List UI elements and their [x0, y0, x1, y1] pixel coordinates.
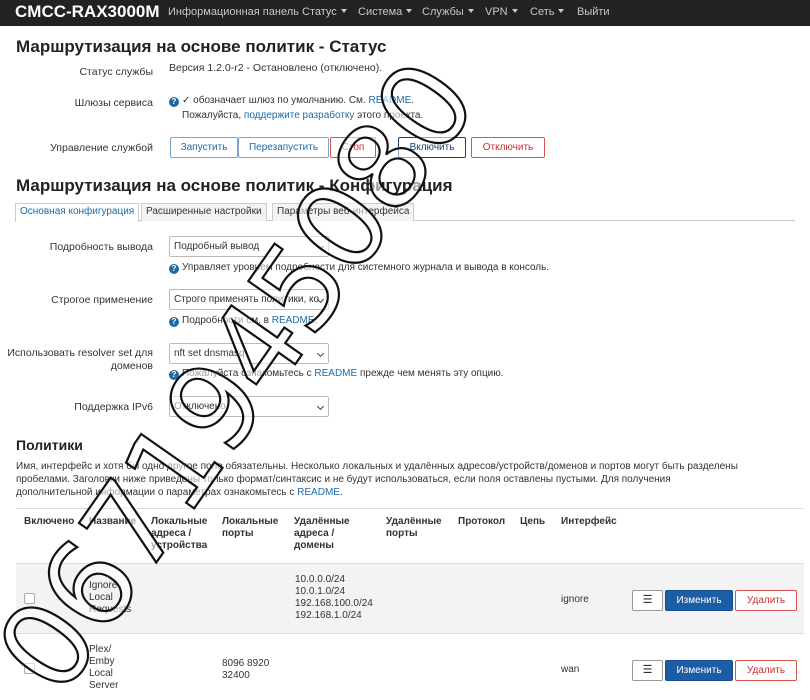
delete-button[interactable]: Удалить: [735, 590, 797, 611]
col-enabled: Включено: [24, 516, 75, 527]
chevron-down-icon: [316, 242, 325, 251]
enabled-checkbox[interactable]: [24, 593, 35, 604]
help-icon: ?: [169, 97, 179, 107]
policies-description: Имя, интерфейс и хотя бы одно другое пол…: [16, 461, 738, 498]
col-remote-ports: Удалённые порты: [386, 516, 442, 539]
status-title: Маршрутизация на основе политик - Статус: [16, 37, 387, 56]
remote-addresses: 10.0.0.0/24 10.0.1.0/24 192.168.100.0/24…: [295, 574, 373, 621]
help-icon: ?: [169, 317, 179, 327]
menu-icon[interactable]: ☰: [632, 660, 663, 681]
nav-logout[interactable]: Выйти: [577, 6, 610, 18]
delete-button[interactable]: Удалить: [735, 660, 797, 681]
col-chain: Цепь: [520, 516, 546, 527]
chevron-down-icon: [467, 9, 474, 13]
table-row: Ignore Local Requests 10.0.0.0/24 10.0.1…: [16, 563, 804, 633]
edit-button[interactable]: Изменить: [665, 660, 733, 681]
col-local-addresses: Локальные адреса / устройства: [151, 516, 208, 551]
chevron-down-icon: [316, 402, 325, 411]
table-row: Plex/ Emby Local Server 8096 8920 32400 …: [16, 633, 804, 700]
config-title: Маршрутизация на основе политик - Конфиг…: [16, 176, 453, 195]
disable-button[interactable]: Отключить: [471, 137, 545, 158]
brand-logo[interactable]: CMCC-RAX3000M: [15, 2, 160, 22]
tab-advanced-settings[interactable]: Расширенные настройки: [141, 203, 267, 221]
tab-web-ui-settings[interactable]: Параметры веб-интерфейса: [272, 203, 415, 221]
stop-button[interactable]: Стоп: [330, 137, 376, 158]
readme-link[interactable]: README: [369, 95, 412, 106]
top-navbar: CMCC-RAX3000M Информационная панель Стат…: [0, 0, 810, 26]
col-protocol: Протокол: [458, 516, 506, 527]
verbosity-help: ? Управляет уровнем подробности для систе…: [169, 262, 549, 274]
policy-interface: wan: [561, 664, 580, 675]
verbosity-select[interactable]: Подробный вывод: [169, 236, 329, 257]
policy-interface: ignore: [561, 594, 589, 605]
chevron-down-icon: [558, 9, 565, 13]
ipv6-select[interactable]: Отключено: [169, 396, 329, 417]
service-status-value: Версия 1.2.0-r2 - Остановлено (отключено…: [169, 62, 383, 74]
ipv6-label: Поддержка IPv6: [74, 401, 153, 413]
support-text: Пожалуйста, поддержите разработку этого …: [182, 110, 424, 121]
col-interface: Интерфейс: [561, 516, 617, 527]
policies-table-header: Включено Название Локальные адреса / уст…: [16, 508, 804, 563]
verbosity-label: Подробность вывода: [49, 241, 153, 253]
readme-link[interactable]: README: [314, 368, 357, 379]
readme-link[interactable]: README: [272, 315, 315, 326]
strict-help: ? Подробности см. в README.: [169, 315, 317, 327]
policies-title: Политики: [16, 437, 83, 453]
enable-button[interactable]: Включить: [398, 137, 466, 158]
resolver-help: ? Пожалуйста ознакомьтесь с README прежде…: [169, 368, 504, 380]
readme-link[interactable]: README: [297, 487, 340, 498]
chevron-down-icon: [511, 9, 518, 13]
strict-label: Строгое применение: [51, 294, 153, 306]
start-button[interactable]: Запустить: [170, 137, 238, 158]
support-link[interactable]: поддержите разработку: [244, 110, 355, 121]
service-status-label: Статус службы: [79, 66, 153, 78]
nav-dashboard[interactable]: Информационная панель: [168, 6, 299, 18]
col-name: Название: [89, 516, 137, 527]
col-local-ports: Локальные порты: [222, 516, 279, 539]
help-icon: ?: [169, 264, 179, 274]
nav-status[interactable]: Статус: [302, 6, 347, 18]
nav-system[interactable]: Система: [358, 6, 413, 18]
restart-button[interactable]: Перезапустить: [238, 137, 329, 158]
gateways-help: ? ✓ обозначает шлюз по умолчанию. См. REA…: [169, 95, 414, 107]
nav-vpn[interactable]: VPN: [485, 6, 518, 18]
help-icon: ?: [169, 370, 179, 380]
strict-select[interactable]: Строго применять политики, ко: [169, 289, 329, 310]
resolver-select[interactable]: nft set dnsmasq: [169, 343, 329, 364]
resolver-label: Использовать resolver set для доменов: [7, 347, 153, 372]
enabled-checkbox[interactable]: [24, 663, 35, 674]
policy-name: Ignore Local Requests: [89, 580, 132, 615]
nav-network[interactable]: Сеть: [530, 6, 565, 18]
chevron-down-icon: [340, 9, 347, 13]
menu-icon[interactable]: ☰: [632, 590, 663, 611]
col-remote-addresses: Удалённые адреса / домены: [294, 516, 350, 551]
config-tabs: Основная конфигурация Расширенные настро…: [15, 203, 795, 222]
chevron-down-icon: [406, 9, 413, 13]
chevron-down-icon: [316, 349, 325, 358]
nav-services[interactable]: Службы: [422, 6, 474, 18]
local-ports: 8096 8920 32400: [222, 658, 270, 681]
policy-name: Plex/ Emby Local Server: [89, 644, 119, 691]
service-control-label: Управление службой: [50, 142, 153, 154]
tab-basic-config[interactable]: Основная конфигурация: [15, 203, 140, 222]
edit-button[interactable]: Изменить: [665, 590, 733, 611]
gateways-label: Шлюзы сервиса: [74, 97, 153, 109]
